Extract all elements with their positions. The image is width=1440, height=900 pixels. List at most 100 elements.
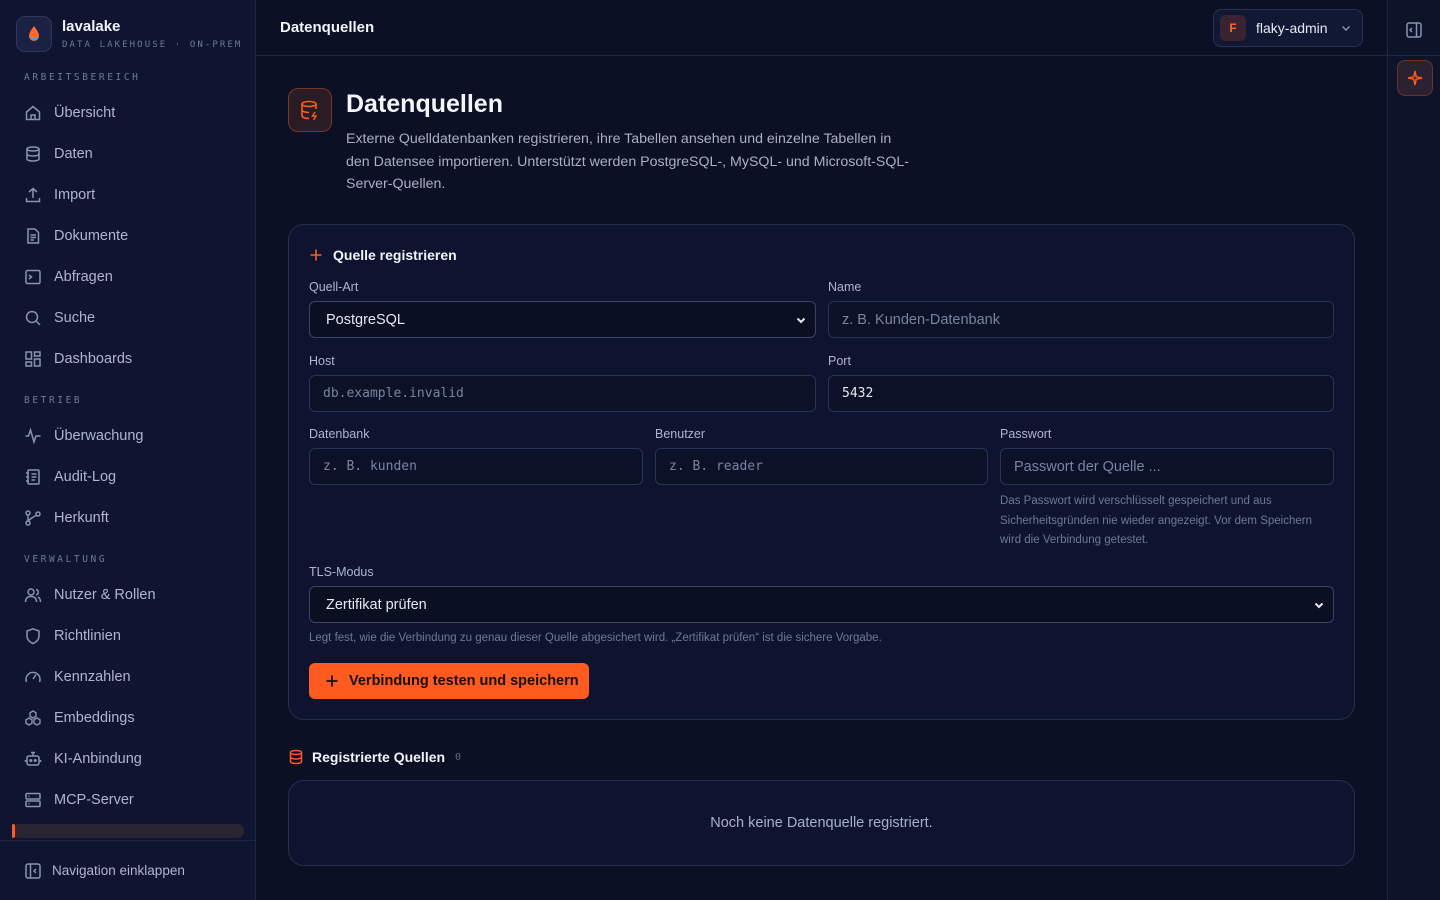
sidebar-item-mcp-server[interactable]: MCP-Server (12, 779, 244, 820)
register-source-title: Quelle registrieren (333, 247, 457, 263)
main-content: Datenquellen Externe Quelldatenbanken re… (256, 56, 1387, 900)
port-input[interactable]: 5432 (828, 375, 1334, 412)
sidebar-nav: ARBEITSBEREICH Übersicht Daten Import Do… (12, 70, 244, 840)
tls-mode-hint: Legt fest, wie die Verbindung zu genau d… (309, 632, 882, 644)
database-icon (289, 749, 303, 765)
password-input[interactable]: Passwort der Quelle ... (1000, 448, 1334, 485)
registered-sources-heading: Registrierte Quellen 0 (288, 749, 461, 765)
sidebar-item-ai-integration[interactable]: KI-Anbindung (12, 738, 244, 779)
register-source-card: Quelle registrieren Quell-Art PostgreSQL… (288, 224, 1355, 720)
sidebar-item-audit-log[interactable]: Audit-Log (12, 456, 244, 497)
sidebar-item-search[interactable]: Suche (12, 297, 244, 338)
avatar: F (1220, 15, 1246, 41)
sidebar-item-documents[interactable]: Dokumente (12, 215, 244, 256)
user-menu-button[interactable]: F flaky-admin (1213, 9, 1363, 47)
chevron-down-icon (1342, 26, 1350, 31)
sidebar-item-lineage[interactable]: Herkunft (12, 497, 244, 538)
sidebar-item-label: Kennzahlen (54, 668, 131, 685)
sidebar-item-label: MCP-Server (54, 791, 134, 808)
home-icon (25, 105, 41, 120)
terminal-icon (25, 269, 41, 284)
tls-mode-label: TLS-Modus (309, 565, 374, 579)
user-placeholder: z. B. reader (669, 459, 763, 474)
password-placeholder: Passwort der Quelle ... (1014, 458, 1161, 475)
sidebar-item-metrics[interactable]: Kennzahlen (12, 656, 244, 697)
sidebar-item-data[interactable]: Daten (12, 133, 244, 174)
sidebar-item-label: Dokumente (54, 227, 129, 244)
lavalake-logo-icon (16, 16, 52, 52)
sidebar-item-label: Suche (54, 309, 96, 326)
sidebar-item-label: Audit-Log (54, 468, 117, 485)
sidebar: lavalake DATA LAKEHOUSE · ON-PREM ARBEIT… (0, 0, 256, 900)
document-icon (27, 227, 40, 244)
sidebar-item-users-roles[interactable]: Nutzer & Rollen (12, 574, 244, 615)
sidebar-item-queries[interactable]: Abfragen (12, 256, 244, 297)
brand[interactable]: lavalake DATA LAKEHOUSE · ON-PREM (16, 16, 242, 52)
sidebar-item-label: Überwachung (54, 427, 144, 444)
host-input[interactable]: db.example.invalid (309, 375, 816, 412)
tls-mode-select[interactable]: Zertifikat prüfen (309, 586, 1334, 623)
port-label: Port (828, 354, 851, 368)
sidebar-item-label: Herkunft (54, 509, 109, 526)
sidebar-item-import[interactable]: Import (12, 174, 244, 215)
right-rail (1387, 0, 1440, 900)
collapse-navigation-button[interactable]: Navigation einklappen (0, 840, 255, 900)
sidebar-item-monitoring[interactable]: Überwachung (12, 415, 244, 456)
user-input[interactable]: z. B. reader (655, 448, 988, 485)
sidebar-item-embeddings[interactable]: Embeddings (12, 697, 244, 738)
search-icon (25, 310, 41, 326)
sidebar-item-policies[interactable]: Richtlinien (12, 615, 244, 656)
sidebar-item-active-datasources[interactable] (12, 824, 244, 838)
database-input[interactable]: z. B. kunden (309, 448, 643, 485)
registered-sources-count: 0 (455, 751, 462, 763)
sidebar-item-label: KI-Anbindung (54, 750, 142, 767)
activity-icon (25, 426, 41, 445)
datasource-database-icon (288, 88, 332, 132)
database-icon (26, 145, 40, 162)
collapse-navigation-label: Navigation einklappen (52, 863, 185, 878)
test-and-save-button[interactable]: Verbindung testen und speichern (309, 663, 589, 699)
brand-name: lavalake (62, 18, 121, 35)
topbar: Datenquellen F flaky-admin (256, 0, 1387, 56)
tls-mode-value: Zertifikat prüfen (326, 596, 427, 613)
sidebar-item-label: Abfragen (54, 268, 113, 285)
name-label: Name (828, 280, 862, 294)
users-icon (24, 587, 42, 602)
embeddings-icon (25, 709, 41, 726)
plus-icon (310, 249, 322, 261)
bot-icon (24, 751, 42, 766)
chevron-down-icon (1314, 602, 1324, 609)
source-type-select[interactable]: PostgreSQL (309, 301, 816, 338)
topbar-title: Datenquellen (280, 19, 375, 36)
toggle-panel-icon[interactable] (1404, 20, 1424, 40)
section-label-operations: BETRIEB (24, 395, 83, 406)
chevron-down-icon (796, 317, 806, 324)
section-label-workspace: ARBEITSBEREICH (24, 72, 141, 83)
sidebar-item-label: Embeddings (54, 709, 135, 726)
sparkle-icon (1407, 70, 1423, 86)
server-icon (25, 792, 41, 807)
sidebar-item-overview[interactable]: Übersicht (12, 92, 244, 133)
sidebar-item-label: Übersicht (54, 104, 116, 121)
dashboard-icon (25, 350, 41, 367)
registered-sources-empty-state: Noch keine Datenquelle registriert. (288, 780, 1355, 866)
source-type-value: PostgreSQL (326, 311, 405, 328)
sidebar-item-label: Nutzer & Rollen (54, 586, 156, 603)
gauge-icon (25, 671, 41, 682)
port-value: 5432 (842, 386, 874, 401)
name-input[interactable]: z. B. Kunden-Datenbank (828, 301, 1334, 338)
host-placeholder: db.example.invalid (323, 386, 464, 401)
user-label: Benutzer (655, 427, 706, 441)
section-label-administration: VERWALTUNG (24, 554, 108, 565)
rail-divider (1388, 55, 1440, 56)
user-name: flaky-admin (1256, 20, 1328, 36)
sidebar-item-dashboards[interactable]: Dashboards (12, 338, 244, 379)
upload-icon (25, 187, 41, 202)
plus-icon (326, 675, 338, 687)
sidebar-item-label: Daten (54, 145, 93, 162)
assistant-button[interactable] (1397, 60, 1433, 96)
lineage-icon (25, 509, 41, 526)
page-description: Externe Quelldatenbanken registrieren, i… (346, 131, 910, 193)
empty-state-text: Noch keine Datenquelle registriert. (710, 815, 933, 831)
log-icon (26, 468, 40, 485)
